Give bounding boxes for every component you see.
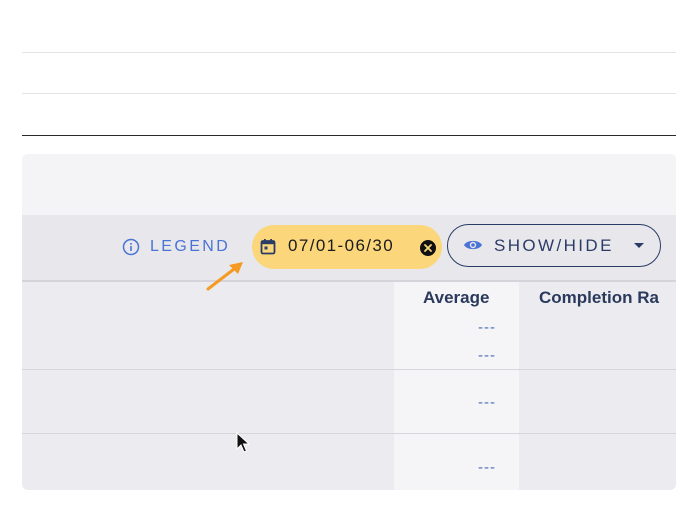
divider-top (22, 52, 676, 53)
table-cell-average: --- (478, 394, 496, 411)
legend-button[interactable]: LEGEND (122, 236, 230, 258)
column-header-completion-rate[interactable]: Completion Ra (539, 288, 659, 308)
calendar-icon (260, 239, 276, 255)
eye-icon (464, 240, 482, 250)
divider-dark (22, 135, 676, 136)
table-cell-average: --- (478, 459, 496, 476)
divider-middle (22, 93, 676, 94)
show-hide-label: SHOW/HIDE (494, 236, 614, 255)
table-cell-average: --- (478, 347, 496, 364)
caret-down-icon (634, 243, 644, 248)
panel-header (22, 154, 676, 215)
mouse-cursor (236, 432, 250, 453)
report-panel: LEGEND 07/01-06/30 SHOW/HIDE Average Com… (22, 154, 676, 490)
legend-label: LEGEND (150, 238, 231, 255)
column-header-average[interactable]: Average (423, 288, 489, 308)
row-divider (22, 433, 676, 434)
info-icon (122, 238, 140, 256)
average-column-bg (394, 282, 519, 490)
table-cell-average: --- (478, 319, 496, 336)
clear-icon[interactable] (419, 239, 437, 257)
date-range-chip[interactable]: 07/01-06/30 (252, 225, 442, 269)
date-range-text: 07/01-06/30 (288, 236, 395, 255)
row-divider (22, 369, 676, 370)
show-hide-button[interactable]: SHOW/HIDE (447, 224, 661, 267)
annotation-arrow (206, 262, 243, 291)
